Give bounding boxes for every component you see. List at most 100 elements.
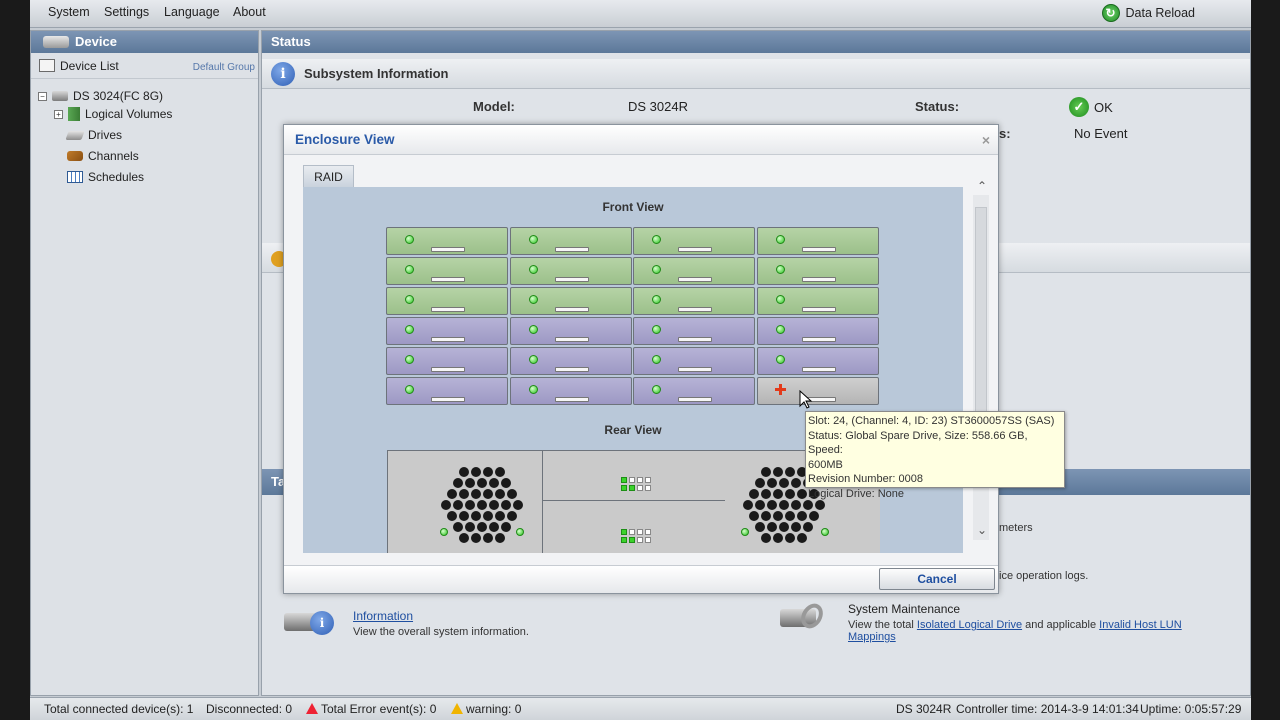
fan-hole xyxy=(477,478,487,488)
tree-item-logical-volumes[interactable]: + Logical Volumes xyxy=(54,107,172,121)
fan-hole xyxy=(483,467,493,477)
fan-hole xyxy=(791,500,801,510)
fan-hole xyxy=(471,489,481,499)
fan-hole xyxy=(489,500,499,510)
drive-status-led xyxy=(652,265,661,274)
drive-slot[interactable] xyxy=(633,227,755,255)
drive-status-led xyxy=(775,235,785,244)
tab-raid[interactable]: RAID xyxy=(303,165,354,188)
port-indicator xyxy=(621,485,627,491)
drive-slot[interactable] xyxy=(386,227,508,255)
default-group-selector[interactable]: Default Group xyxy=(193,62,255,73)
drive-slot[interactable] xyxy=(509,287,632,315)
drive-slot[interactable] xyxy=(509,257,632,285)
menu-settings[interactable]: Settings xyxy=(104,5,149,19)
close-icon[interactable]: × xyxy=(982,132,990,148)
fan-hole xyxy=(797,489,807,499)
fan-hole xyxy=(471,533,481,543)
drive-handle xyxy=(554,337,589,342)
drive-slot[interactable] xyxy=(386,377,508,405)
drive-slot[interactable] xyxy=(633,347,755,375)
drive-slot[interactable] xyxy=(386,287,508,315)
device-list-label: Device List xyxy=(60,59,119,73)
maintenance-title: System Maintenance xyxy=(848,602,961,616)
fan-led xyxy=(741,528,749,536)
fan-hole xyxy=(465,522,475,532)
drive-slot[interactable] xyxy=(633,377,755,405)
drive-slot[interactable] xyxy=(756,377,879,405)
information-link[interactable]: Information xyxy=(353,609,413,623)
isolated-logical-drive-link[interactable]: Isolated Logical Drive xyxy=(917,619,1022,631)
drive-status-led xyxy=(405,235,414,244)
fan-hole xyxy=(773,533,783,543)
tree-item-drives-label: Drives xyxy=(88,128,123,142)
fan-hole xyxy=(785,533,795,543)
drive-slot[interactable] xyxy=(633,317,755,345)
drive-slot[interactable] xyxy=(756,227,879,255)
drive-slot[interactable] xyxy=(509,377,632,405)
drive-status-led xyxy=(405,385,414,394)
ok-check-icon: ✓ xyxy=(1069,97,1089,117)
fan-hole xyxy=(761,511,771,521)
device-panel-header: Device xyxy=(31,31,258,53)
port-indicator xyxy=(629,537,635,543)
drive-slot[interactable] xyxy=(509,347,632,375)
tree-item-logical-volumes-label: Logical Volumes xyxy=(85,107,173,121)
fan-hole xyxy=(767,500,777,510)
drive-handle xyxy=(678,307,712,312)
drive-slot[interactable] xyxy=(633,287,755,315)
tree-item-device[interactable]: − DS 3024(FC 8G) xyxy=(38,89,163,103)
drive-handle xyxy=(678,337,712,342)
collapse-icon[interactable]: − xyxy=(38,91,47,101)
disconnected-count: Disconnected: 0 xyxy=(206,702,293,716)
fan-led xyxy=(440,528,448,536)
controller-modules xyxy=(543,451,725,553)
cancel-button[interactable]: Cancel xyxy=(879,568,995,590)
drive-slot[interactable] xyxy=(386,257,508,285)
drive-status-led xyxy=(528,355,538,364)
invalid-host-lun-link-2[interactable]: Mappings xyxy=(848,631,896,643)
tree-item-schedules[interactable]: Schedules xyxy=(67,170,144,184)
drive-status-led xyxy=(775,355,785,364)
data-reload-label: Data Reload xyxy=(1125,6,1196,20)
menu-language[interactable]: Language xyxy=(164,5,220,19)
drive-tooltip: Slot: 24, (Channel: 4, ID: 23) ST3600057… xyxy=(805,411,1065,500)
fan-hole xyxy=(453,500,463,510)
drive-handle xyxy=(678,367,712,372)
tree-item-channels[interactable]: Channels xyxy=(67,149,139,163)
drive-slot[interactable] xyxy=(633,257,755,285)
drive-handle xyxy=(431,307,465,312)
drive-status-led xyxy=(775,265,785,274)
fan-hole xyxy=(761,467,771,477)
drive-handle xyxy=(678,277,712,282)
controller-time: Controller time: 2014-3-9 14:01:34 xyxy=(956,702,1139,716)
drive-slot[interactable] xyxy=(509,317,632,345)
port-indicator xyxy=(645,537,651,543)
drive-slot[interactable] xyxy=(756,317,879,345)
maintenance-desc-pre: View the total xyxy=(848,619,914,631)
channel-cable-icon xyxy=(67,151,83,161)
logical-volume-icon xyxy=(68,107,80,121)
warning-count-label: warning: 0 xyxy=(466,702,522,716)
drive-slot[interactable] xyxy=(756,347,879,375)
scrollbar-thumb[interactable] xyxy=(975,207,987,417)
data-reload-button[interactable]: ↻ Data Reload xyxy=(1101,4,1196,22)
drive-handle xyxy=(431,247,465,252)
tree-item-drives[interactable]: Drives xyxy=(65,128,123,142)
invalid-host-lun-link[interactable]: Invalid Host LUN xyxy=(1099,619,1182,631)
fan-hole xyxy=(797,511,807,521)
drive-slot[interactable] xyxy=(756,257,879,285)
menu-about[interactable]: About xyxy=(233,5,266,19)
menu-system[interactable]: System xyxy=(48,5,90,19)
fan-hole xyxy=(749,511,759,521)
expand-icon[interactable]: + xyxy=(54,109,63,119)
drive-status-led xyxy=(528,265,538,274)
scroll-down-icon[interactable]: ⌄ xyxy=(975,523,989,537)
drive-slot[interactable] xyxy=(386,347,508,375)
drive-slot[interactable] xyxy=(756,287,879,315)
drive-handle xyxy=(554,307,589,312)
drive-slot[interactable] xyxy=(386,317,508,345)
scroll-up-icon[interactable]: ⌃ xyxy=(975,179,989,193)
fan-hole xyxy=(471,511,481,521)
drive-slot[interactable] xyxy=(509,227,632,255)
